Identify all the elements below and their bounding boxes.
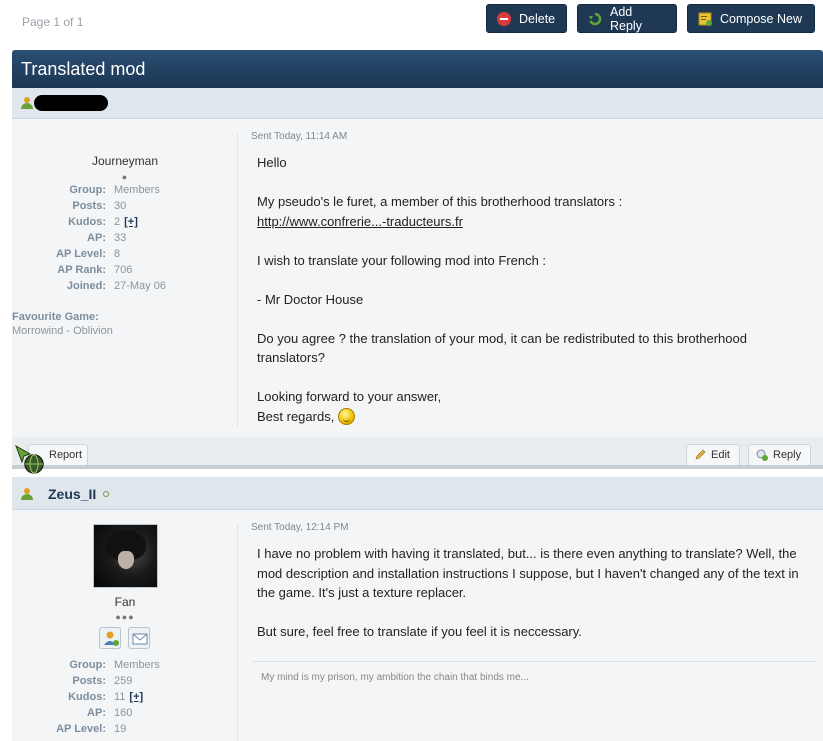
avatar: [93, 524, 158, 588]
rank-pips: ●●●: [115, 612, 135, 622]
edit-button[interactable]: Edit: [686, 444, 740, 466]
stat-group: Group: Members: [69, 184, 160, 196]
send-message-icon[interactable]: [128, 627, 150, 649]
stat-ap-rank: AP Rank: 706: [57, 264, 133, 276]
translators-link[interactable]: http://www.confrerie...-traducteurs.fr: [257, 214, 463, 229]
rank-pips: ●: [121, 172, 129, 182]
page-info: Page 1 of 1: [22, 15, 84, 29]
favourite-game-value: Morrowind - Oblivion: [12, 325, 113, 337]
kudos-plus-link[interactable]: [+]: [124, 216, 138, 228]
post-timestamp: Sent Today, 12:14 PM: [251, 522, 349, 533]
report-label: Report: [49, 449, 83, 461]
edit-label: Edit: [711, 449, 730, 461]
reply-arrow-icon: [588, 12, 602, 26]
thread-title: Translated mod: [12, 50, 823, 88]
delete-button[interactable]: Delete: [486, 4, 567, 33]
author-name-link[interactable]: Zeus_II: [48, 486, 96, 502]
favourite-game-label: Favourite Game:: [12, 311, 99, 323]
post-content: I have no problem with having it transla…: [257, 546, 799, 639]
pencil-icon: [694, 449, 706, 461]
signature-divider: [253, 661, 816, 662]
compose-note-icon: [698, 12, 712, 26]
reply-button[interactable]: Reply: [748, 444, 811, 466]
stat-ap: AP: 33: [87, 232, 127, 244]
user-signature: My mind is my prison, my ambition the ch…: [261, 672, 529, 683]
add-reply-button[interactable]: Add Reply: [577, 4, 677, 33]
post-footer: Report Edit Reply: [12, 437, 823, 469]
post-body: Fan ●●● Group: Members Posts: 259 Kudos:…: [12, 510, 823, 741]
stat-group: Group: Members: [69, 659, 160, 671]
post-header: Zeus_II: [12, 477, 823, 510]
add-reply-label: Add Reply: [610, 4, 642, 33]
compose-new-button[interactable]: Compose New: [687, 4, 815, 33]
post-body: Journeyman ● Group: Members Posts: 30 Ku…: [12, 119, 823, 437]
post-timestamp: Sent Today, 11:14 AM: [251, 131, 348, 142]
post-content: Hello My pseudo's le furet, a member of …: [257, 155, 747, 425]
redacted-username: [34, 95, 108, 111]
online-status-icon: [103, 491, 109, 497]
smiley-icon: [337, 407, 355, 425]
add-friend-icon[interactable]: [99, 627, 121, 649]
mouse-cursor-icon: [14, 444, 46, 476]
compose-new-label: Compose New: [720, 11, 802, 26]
delete-icon: [497, 11, 511, 26]
stat-ap: AP: 160: [87, 707, 133, 719]
user-icon: [21, 488, 33, 500]
stat-posts: Posts: 259: [72, 675, 133, 687]
stat-posts: Posts: 30: [72, 200, 127, 212]
user-icon: [21, 97, 33, 109]
stat-kudos: Kudos: 11 [+]: [68, 691, 144, 703]
stat-joined: Joined: 27-May 06: [66, 280, 166, 292]
stat-ap-level: AP Level: 19: [56, 723, 127, 735]
user-rank: Fan: [114, 595, 136, 609]
reply-icon: [756, 449, 768, 461]
stat-ap-level: AP Level: 8: [56, 248, 121, 260]
user-rank: Journeyman: [91, 154, 159, 168]
post-header: [12, 88, 823, 119]
reply-label: Reply: [773, 449, 802, 461]
stat-kudos: Kudos: 2 [+]: [68, 216, 138, 228]
kudos-plus-link[interactable]: [+]: [129, 691, 143, 703]
top-toolbar: Page 1 of 1 Delete Add Reply Compose New: [0, 0, 823, 44]
delete-label: Delete: [519, 11, 556, 26]
